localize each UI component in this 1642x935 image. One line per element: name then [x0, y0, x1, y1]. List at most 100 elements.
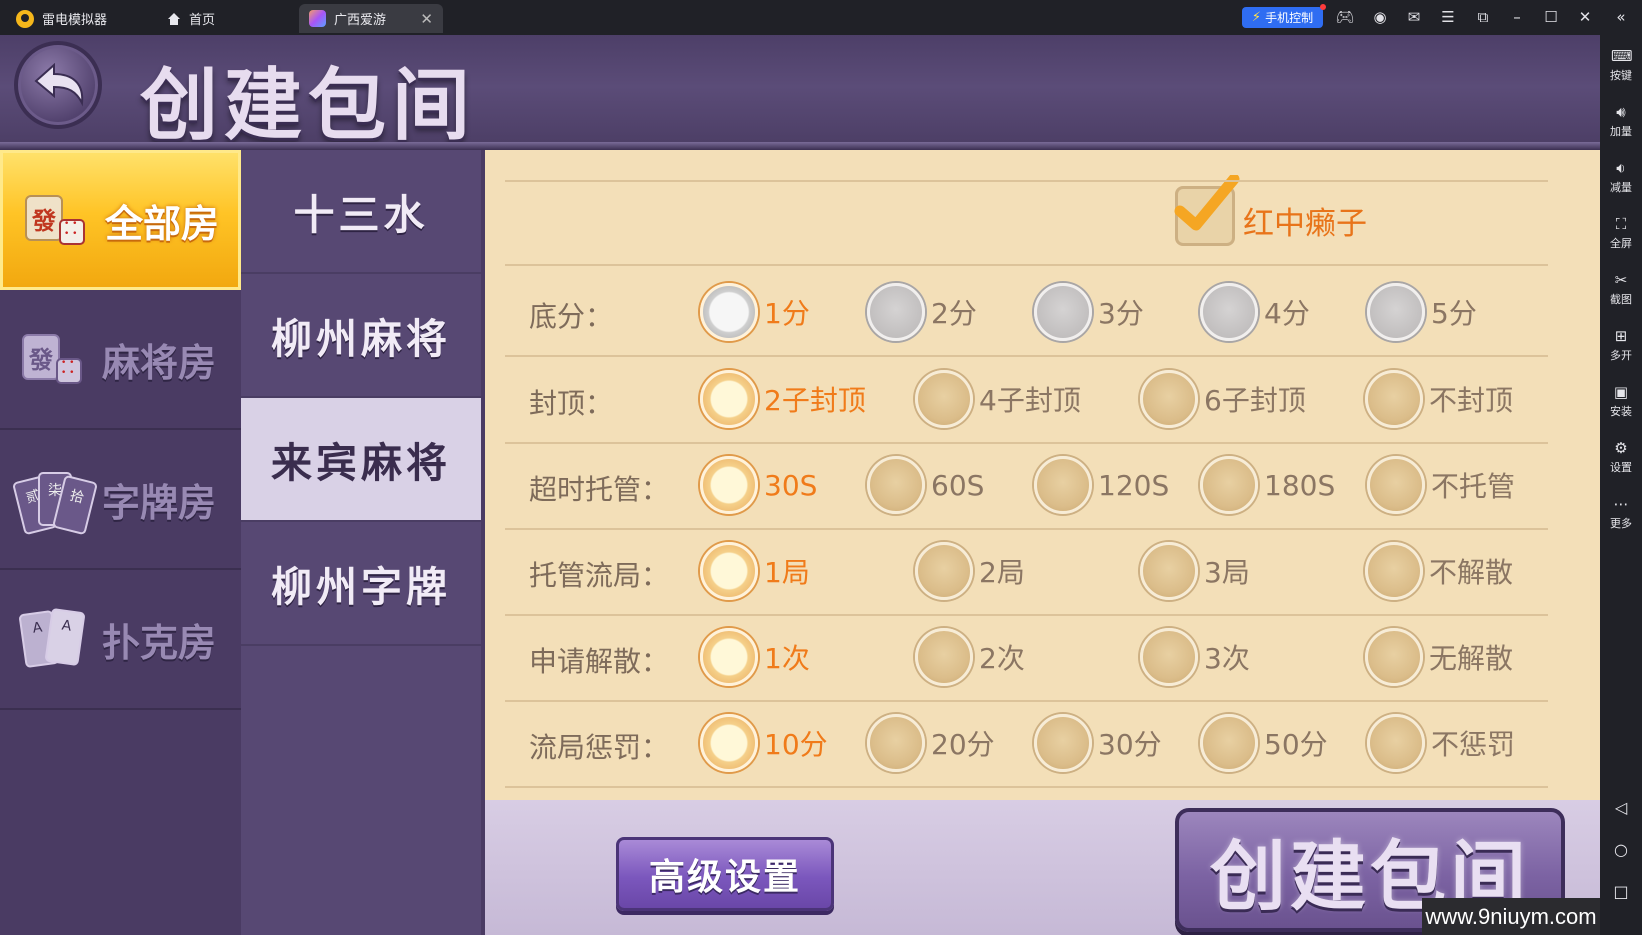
option-row-label: 流局惩罚：: [529, 731, 670, 764]
option-radio[interactable]: 20分: [867, 712, 995, 774]
option-row: 托管流局： 1局 2局 3局 不解散: [505, 526, 1548, 616]
option-radio[interactable]: 5分: [1367, 281, 1477, 343]
close-window-icon[interactable]: ✕: [1574, 6, 1596, 28]
tab-game[interactable]: 广西爱游 ✕: [299, 4, 443, 33]
close-tab-icon[interactable]: ✕: [420, 10, 433, 28]
sidebar-install[interactable]: ▣ 安装: [1600, 383, 1642, 419]
phone-control-label: 手机控制: [1265, 11, 1314, 25]
menu-icon[interactable]: ☰: [1437, 6, 1459, 28]
sidebar-screenshot[interactable]: ✂ 截图: [1600, 271, 1642, 307]
advanced-settings-button[interactable]: 高级设置: [616, 837, 834, 911]
radio-icon: [700, 370, 758, 428]
sidebar-volume-up[interactable]: 🔊︎ 加量: [1600, 103, 1642, 139]
option-label: 60S: [931, 468, 985, 502]
option-radio[interactable]: 无解散: [1365, 626, 1513, 688]
sidebar-keymap[interactable]: ⌨ 按键: [1600, 47, 1642, 83]
android-recents-icon[interactable]: □: [1600, 882, 1642, 901]
user-icon[interactable]: ◉: [1369, 6, 1391, 28]
option-radio[interactable]: 2局: [915, 540, 1025, 602]
option-radio[interactable]: 4分: [1200, 281, 1310, 343]
sidebar-volume-down[interactable]: 🔉︎ 减量: [1600, 159, 1642, 195]
minimize-icon[interactable]: –: [1506, 6, 1528, 28]
option-radio[interactable]: 2次: [915, 626, 1025, 688]
option-label: 4分: [1264, 297, 1310, 330]
radio-icon: [1140, 542, 1198, 600]
sidebar-multi[interactable]: ⊞ 多开: [1600, 327, 1642, 363]
option-radio[interactable]: 30S: [700, 454, 817, 516]
option-radio[interactable]: 1分: [700, 281, 810, 343]
restore-icon[interactable]: ⧉: [1472, 6, 1494, 28]
radio-icon: [1200, 714, 1258, 772]
radio-icon: [700, 628, 758, 686]
game-type-item[interactable]: 柳州麻将: [241, 274, 481, 398]
option-label: 2分: [931, 297, 977, 330]
category-poker[interactable]: A A 扑克房: [0, 570, 241, 710]
android-home-icon[interactable]: ○: [1600, 840, 1642, 859]
sidebar-fullscreen[interactable]: ⛶ 全屏: [1600, 215, 1642, 251]
radio-icon: [915, 542, 973, 600]
phone-control-button[interactable]: ⚡ 手机控制: [1242, 4, 1326, 28]
game-screen: 创建包间 發 全部房 發 麻将房 贰 柒 拾 字牌房: [0, 35, 1600, 935]
sidebar-more-label: 更多: [1610, 517, 1632, 530]
maximize-icon[interactable]: ☐: [1540, 6, 1562, 28]
option-label: 6子封顶: [1204, 384, 1306, 417]
sidebar-install-label: 安装: [1610, 405, 1632, 418]
option-radio[interactable]: 10分: [700, 712, 828, 774]
option-radio[interactable]: 1次: [700, 626, 810, 688]
option-radio[interactable]: 3分: [1034, 281, 1144, 343]
radio-icon: [1365, 628, 1423, 686]
option-radio[interactable]: 6子封顶: [1140, 368, 1306, 430]
back-button[interactable]: [14, 41, 102, 129]
option-radio[interactable]: 不封顶: [1365, 368, 1513, 430]
header-bar: 创建包间: [0, 35, 1600, 151]
option-radio[interactable]: 不托管: [1367, 454, 1515, 516]
mahjong-dice-icon: 發: [25, 187, 91, 253]
game-type-item[interactable]: 来宾麻将: [241, 398, 481, 522]
option-radio[interactable]: 30分: [1034, 712, 1162, 774]
radio-icon: [915, 370, 973, 428]
option-radio[interactable]: 4子封顶: [915, 368, 1081, 430]
mail-icon[interactable]: ✉: [1403, 6, 1425, 28]
sidebar-multi-label: 多开: [1610, 349, 1632, 362]
option-label: 50分: [1264, 728, 1328, 761]
sidebar-more[interactable]: ⋯ 更多: [1600, 495, 1642, 531]
option-radio[interactable]: 60S: [867, 454, 984, 516]
option-radio[interactable]: 2子封顶: [700, 368, 866, 430]
android-back-icon[interactable]: ◁: [1600, 798, 1642, 817]
option-radio[interactable]: 不解散: [1365, 540, 1513, 602]
game-type-item[interactable]: 十三水: [241, 150, 481, 274]
rule-options-panel[interactable]: 红中癞子 底分： 1分 2分 3分 4分 5分 封顶： 2子封顶 4子封顶 6子封顶 不封顶 超时托管…: [485, 150, 1600, 800]
category-zipai[interactable]: 贰 柒 拾 字牌房: [0, 430, 241, 570]
game-type-item[interactable]: 柳州字牌: [241, 522, 481, 646]
option-row: 底分： 1分 2分 3分 4分 5分: [505, 267, 1548, 357]
sidebar-settings[interactable]: ⚙ 设置: [1600, 439, 1642, 475]
option-radio[interactable]: 120S: [1034, 454, 1169, 516]
radio-icon: [867, 283, 925, 341]
option-radio[interactable]: 1局: [700, 540, 810, 602]
option-radio[interactable]: 不惩罚: [1367, 712, 1515, 774]
radio-icon: [1365, 542, 1423, 600]
option-row: 流局惩罚： 10分 20分 30分 50分 不惩罚: [505, 698, 1548, 788]
collapse-sidebar-icon[interactable]: «: [1610, 6, 1632, 28]
option-radio[interactable]: 50分: [1200, 712, 1328, 774]
dice-icon: [59, 219, 85, 245]
gamepad-icon[interactable]: 🎮︎: [1334, 6, 1356, 28]
option-label: 180S: [1264, 468, 1336, 502]
option-radio[interactable]: 3局: [1140, 540, 1250, 602]
option-radio[interactable]: 3次: [1140, 626, 1250, 688]
category-all[interactable]: 發 全部房: [0, 150, 241, 290]
option-radio[interactable]: 2分: [867, 281, 977, 343]
category-mahjong[interactable]: 發 麻将房: [0, 290, 241, 430]
option-label: 5分: [1431, 297, 1477, 330]
radio-icon: [1367, 456, 1425, 514]
bolt-icon: ⚡: [1251, 10, 1262, 25]
checkbox-row: [505, 180, 1548, 266]
options-row-partial: [505, 150, 1548, 182]
radio-icon: [700, 456, 758, 514]
radio-icon: [1140, 628, 1198, 686]
tab-home[interactable]: 首页: [157, 4, 277, 33]
option-radio[interactable]: 180S: [1200, 454, 1335, 516]
emulator-sidebar: ⌨ 按键 🔊︎ 加量 🔉︎ 减量 ⛶ 全屏 ✂ 截图 ⊞ 多开 ▣ 安装 ⚙ 设置 ⋯ 更多 ◁ …: [1600, 35, 1642, 935]
zipai-cards-icon: 贰 柒 拾: [11, 466, 99, 536]
game-app-icon: [309, 10, 326, 27]
